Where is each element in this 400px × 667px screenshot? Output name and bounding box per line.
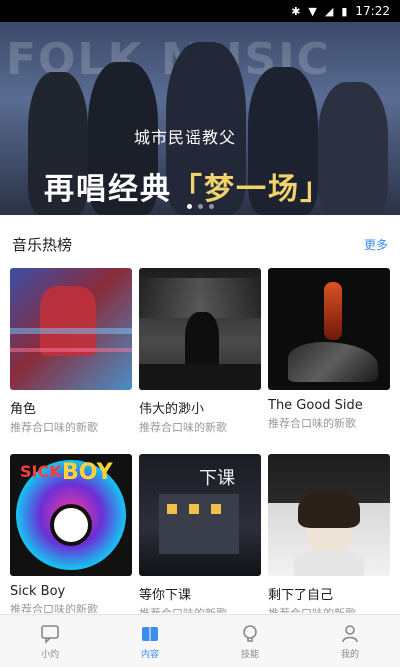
more-link[interactable]: 更多 — [364, 236, 388, 253]
wifi-icon: ▼ — [308, 4, 317, 18]
album-cover: 下课 — [139, 454, 261, 576]
song-name: 伟大的渺小 — [139, 402, 205, 417]
section-title: 音乐热榜 — [12, 235, 73, 254]
song-name: 角色 — [10, 402, 37, 417]
book-icon — [142, 626, 158, 641]
tab-xiaozhuo[interactable]: 小灼 — [0, 615, 100, 667]
tab-content[interactable]: 内容 — [100, 615, 200, 667]
album-cover — [268, 454, 390, 576]
song-card[interactable]: The Good Side 推荐合口味的新歌 — [268, 268, 390, 431]
cover-text-boy: BOY — [62, 460, 113, 485]
song-desc: 推荐合口味的新歌 — [268, 605, 390, 613]
chat-bubble-icon — [41, 624, 59, 644]
song-name: 剩下了自己 — [268, 588, 334, 603]
battery-icon: ▮ — [341, 4, 348, 18]
chart-grid: 角色 推荐合口味的新歌 伟大的渺小 推荐合口味的新歌 The Good Side… — [10, 268, 390, 613]
banner-title-highlight: 「梦一场」 — [172, 172, 332, 207]
banner-title-main: 再唱经典 — [44, 172, 172, 207]
song-desc: 推荐合口味的新歌 — [139, 605, 261, 613]
song-name: Sick Boy — [10, 584, 66, 599]
song-card[interactable]: 下课 等你下课 推荐合口味的新歌 — [139, 454, 261, 613]
hero-banner[interactable]: FOLK MUSIC 城市民谣教父 再唱经典「梦一场」 — [0, 22, 400, 215]
song-desc: 推荐合口味的新歌 — [268, 417, 356, 430]
song-card[interactable]: 伟大的渺小 推荐合口味的新歌 — [139, 268, 261, 435]
cover-text-sick: SICK — [20, 462, 62, 481]
tab-label: 技能 — [240, 649, 259, 660]
song-name: The Good Side — [268, 398, 363, 413]
status-bar: ✱ ▼ ◢ ▮ 17:22 — [0, 0, 400, 22]
album-cover: SICK BOY — [10, 454, 132, 576]
album-cover — [139, 268, 261, 390]
tab-label: 小灼 — [40, 649, 59, 660]
banner-subtitle: 城市民谣教父 — [134, 128, 237, 147]
song-desc: 推荐合口味的新歌 — [139, 421, 227, 434]
cover-text-dengni: 下课 — [199, 468, 235, 489]
song-card[interactable]: SICK BOY Sick Boy 推荐合口味的新歌 — [10, 454, 132, 613]
signal-icon: ◢ — [324, 4, 334, 18]
song-card[interactable]: 角色 推荐合口味的新歌 — [10, 268, 132, 435]
banner-title: 再唱经典「梦一场」 — [44, 164, 332, 208]
user-icon — [342, 624, 358, 642]
tab-me[interactable]: 我的 — [300, 615, 400, 667]
album-cover — [10, 268, 132, 390]
tab-skills[interactable]: 技能 — [200, 615, 300, 667]
song-desc: 推荐合口味的新歌 — [10, 603, 98, 613]
tab-label: 内容 — [140, 649, 159, 660]
status-time: 17:22 — [355, 4, 390, 18]
song-name: 等你下课 — [139, 588, 192, 603]
song-desc: 推荐合口味的新歌 — [10, 421, 98, 434]
section-header: 音乐热榜 更多 — [0, 232, 400, 256]
bluetooth-icon: ✱ — [291, 4, 301, 18]
banner-dot-3[interactable] — [208, 204, 214, 209]
banner-pagination — [0, 204, 400, 209]
song-card[interactable]: 剩下了自己 推荐合口味的新歌 — [268, 454, 390, 613]
bottom-tab-bar: 小灼 内容 技能 我的 — [0, 614, 400, 667]
banner-dot-1[interactable] — [186, 204, 192, 209]
banner-dot-2[interactable] — [197, 204, 203, 209]
lightbulb-icon — [243, 624, 257, 642]
album-cover — [268, 268, 390, 390]
tab-label: 我的 — [340, 649, 359, 660]
